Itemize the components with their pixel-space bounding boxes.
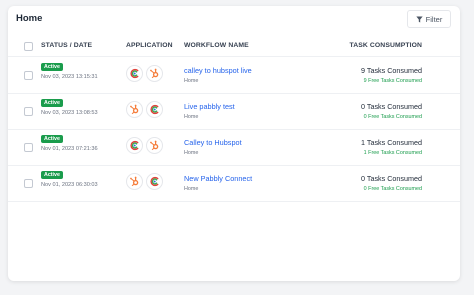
application-icons [126,101,163,118]
free-tasks-consumed: 0 Free Tasks Consumed [363,114,422,120]
tasks-consumed: 0 Tasks Consumed [361,102,422,111]
row-checkbox[interactable] [24,179,33,188]
tasks-consumed: 9 Tasks Consumed [361,66,422,75]
free-tasks-consumed: 0 Free Tasks Consumed [363,186,422,192]
tasks-consumed: 1 Tasks Consumed [361,138,422,147]
filter-label: Filter [425,14,443,24]
table-header: STATUS / DATE APPLICATION WORKFLOW NAME … [8,34,460,57]
free-tasks-consumed: 9 Free Tasks Consumed [363,78,422,84]
table-row: Active Nov 03, 2023 13:15:31 calley to hub… [8,57,460,94]
hubspot-icon [146,65,163,82]
workflow-name-link[interactable]: New Pabbly Connect [184,174,252,183]
created-date: Nov 01, 2023 07:21:36 [41,146,98,152]
workflow-name-link[interactable]: Live pabbly test [184,102,235,111]
application-icons [126,65,163,82]
created-date: Nov 03, 2023 13:15:31 [41,74,98,80]
page-header: Home Filter [8,6,460,30]
tasks-consumed: 0 Tasks Consumed [361,174,422,183]
hubspot-icon [146,137,163,154]
filter-button[interactable]: Filter [407,10,451,28]
column-workflow-name: WORKFLOW NAME [184,42,249,49]
application-icons [126,173,163,190]
workflow-folder: Home [184,114,199,120]
status-badge: Active [41,99,63,107]
workflow-name-link[interactable]: Calley to Hubspot [184,138,242,147]
table-row: Active Nov 03, 2023 13:08:53 Live pabbly t… [8,93,460,130]
created-date: Nov 01, 2023 06:30:03 [41,182,98,188]
select-all-checkbox[interactable] [24,42,33,51]
page-title: Home [16,13,43,24]
free-tasks-consumed: 1 Free Tasks Consumed [363,150,422,156]
workflow-folder: Home [184,186,199,192]
column-task-consumption: TASK CONSUMPTION [349,42,422,49]
column-application: APPLICATION [126,42,173,49]
row-checkbox[interactable] [24,143,33,152]
status-badge: Active [41,63,63,71]
row-checkbox[interactable] [24,71,33,80]
filter-icon [416,16,423,22]
created-date: Nov 03, 2023 13:08:53 [41,110,98,116]
calley-icon [126,137,143,154]
workflow-folder: Home [184,150,199,156]
table-row: Active Nov 01, 2023 07:21:36 Calley to Hub… [8,129,460,166]
hubspot-icon [126,173,143,190]
column-status-date: STATUS / DATE [41,42,93,49]
table-row: Active Nov 01, 2023 06:30:03 New Pabbly Co… [8,165,460,202]
calley-icon [146,173,163,190]
workflow-name-link[interactable]: calley to hubspot live [184,66,252,75]
calley-icon [126,65,143,82]
application-icons [126,137,163,154]
workflows-card: Home Filter STATUS / DATE APPLICATION WO… [8,6,460,281]
workflow-folder: Home [184,78,199,84]
status-badge: Active [41,135,63,143]
hubspot-icon [126,101,143,118]
row-checkbox[interactable] [24,107,33,116]
status-badge: Active [41,171,63,179]
calley-icon [146,101,163,118]
